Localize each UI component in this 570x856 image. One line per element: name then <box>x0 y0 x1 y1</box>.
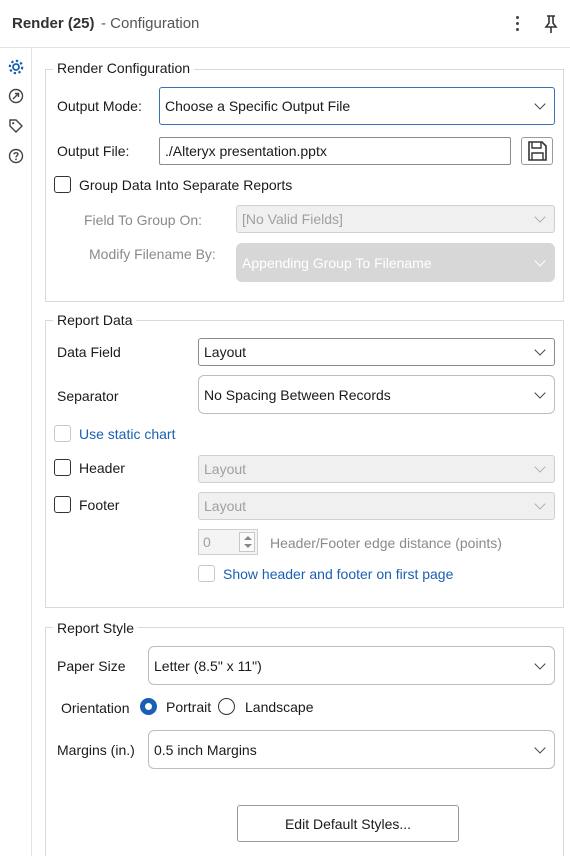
chevron-down-icon <box>534 461 546 473</box>
report-style-legend: Report Style <box>53 620 139 636</box>
landscape-label: Landscape <box>245 699 314 715</box>
portrait-radio[interactable] <box>140 698 157 715</box>
footer-value: Layout <box>204 498 247 514</box>
margins-select[interactable]: 0.5 inch Margins <box>148 730 555 769</box>
save-icon <box>528 141 547 161</box>
panel-subtitle: - Configuration <box>101 15 200 32</box>
output-mode-value: Choose a Specific Output File <box>165 98 351 114</box>
field-to-group-select[interactable]: [No Valid Fields] <box>236 205 555 233</box>
report-data-legend: Report Data <box>53 312 137 328</box>
stepper-up-icon[interactable] <box>244 536 252 540</box>
gear-icon[interactable] <box>6 57 26 77</box>
data-field-label: Data Field <box>57 344 121 360</box>
edge-distance-stepper[interactable]: 0 <box>198 529 258 555</box>
render-configuration-legend: Render Configuration <box>53 60 195 76</box>
paper-size-label: Paper Size <box>57 658 126 674</box>
static-chart-label: Use static chart <box>79 426 176 442</box>
data-field-value: Layout <box>204 344 247 360</box>
header-checkbox[interactable] <box>54 459 71 476</box>
header-value: Layout <box>204 461 247 477</box>
modify-filename-label: Modify Filename By: <box>89 246 216 262</box>
group-data-checkbox[interactable] <box>54 176 71 193</box>
data-field-select[interactable]: Layout <box>198 338 555 366</box>
chevron-down-icon <box>534 741 546 754</box>
show-first-page-label: Show header and footer on first page <box>223 566 454 582</box>
separator-select[interactable]: No Spacing Between Records <box>198 375 555 414</box>
output-mode-select[interactable]: Choose a Specific Output File <box>159 87 555 125</box>
header-select[interactable]: Layout <box>198 455 555 483</box>
group-data-label: Group Data Into Separate Reports <box>79 177 293 193</box>
chevron-down-icon <box>534 386 546 399</box>
chevron-down-icon <box>534 98 546 110</box>
output-mode-label: Output Mode: <box>57 98 142 114</box>
pin-icon[interactable] <box>540 12 562 36</box>
paper-size-value: Letter (8.5" x 11") <box>154 657 262 674</box>
footer-label: Footer <box>79 497 120 513</box>
input-output-icon[interactable] <box>6 86 26 106</box>
portrait-label: Portrait <box>166 699 212 715</box>
tool-title: Render (25) <box>12 15 95 32</box>
help-icon[interactable] <box>6 146 26 166</box>
chevron-down-icon <box>534 344 546 356</box>
landscape-radio[interactable] <box>218 698 235 715</box>
save-button[interactable] <box>521 137 553 165</box>
separator-label: Separator <box>57 388 119 404</box>
edge-distance-label: Header/Footer edge distance (points) <box>270 535 502 551</box>
footer-select[interactable]: Layout <box>198 492 555 520</box>
edit-default-styles-button[interactable]: Edit Default Styles... <box>237 805 459 842</box>
chevron-down-icon <box>534 254 546 267</box>
tag-icon[interactable] <box>6 116 26 136</box>
output-file-label: Output File: <box>57 143 130 159</box>
show-first-page-checkbox[interactable] <box>198 565 215 582</box>
modify-filename-value: Appending Group To Filename <box>242 254 432 271</box>
modify-filename-select[interactable]: Appending Group To Filename <box>236 243 555 282</box>
more-options-icon[interactable] <box>510 13 524 35</box>
static-chart-checkbox[interactable] <box>54 425 71 442</box>
footer-checkbox[interactable] <box>54 496 71 513</box>
chevron-down-icon <box>534 498 546 510</box>
header-label: Header <box>79 460 125 476</box>
field-to-group-label: Field To Group On: <box>84 212 203 228</box>
margins-label: Margins (in.) <box>57 742 135 758</box>
stepper-buttons[interactable] <box>239 532 255 552</box>
separator-value: No Spacing Between Records <box>204 386 391 403</box>
edge-distance-value: 0 <box>203 534 211 550</box>
field-to-group-value: [No Valid Fields] <box>242 211 343 227</box>
stepper-down-icon[interactable] <box>244 544 252 548</box>
margins-value: 0.5 inch Margins <box>154 741 257 758</box>
output-file-value: ./Alteryx presentation.pptx <box>165 143 327 159</box>
chevron-down-icon <box>534 211 546 223</box>
side-rail <box>0 48 32 856</box>
chevron-down-icon <box>534 657 546 670</box>
output-file-input[interactable]: ./Alteryx presentation.pptx <box>159 137 511 165</box>
orientation-label: Orientation <box>61 700 130 716</box>
paper-size-select[interactable]: Letter (8.5" x 11") <box>148 646 555 685</box>
panel-header: Render (25) - Configuration <box>0 0 570 48</box>
